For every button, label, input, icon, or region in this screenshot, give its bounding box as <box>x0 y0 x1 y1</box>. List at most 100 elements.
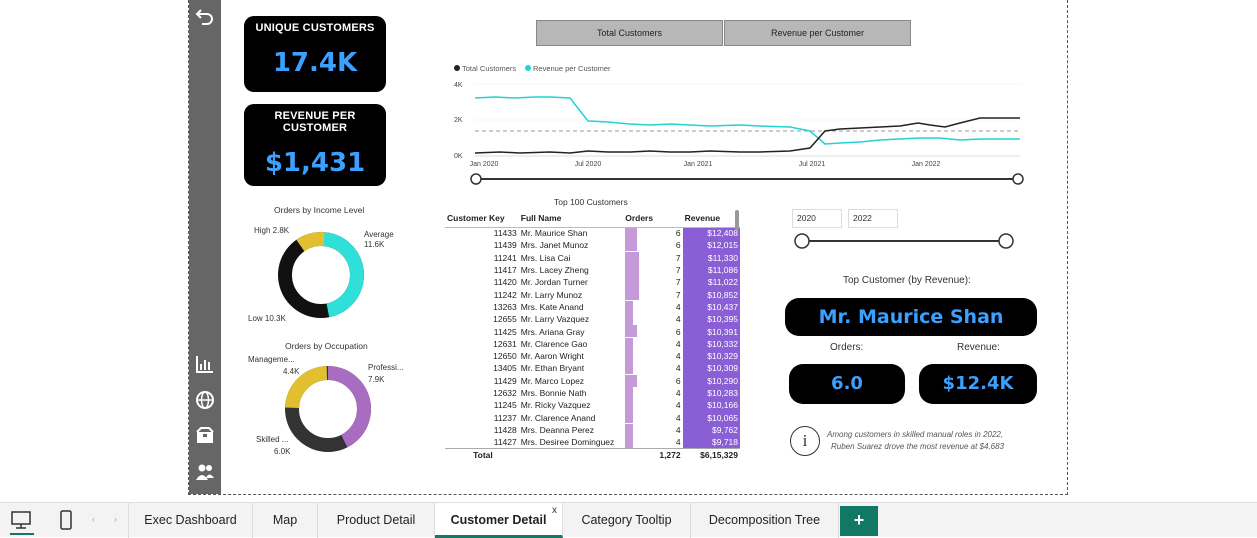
year-end-input[interactable]: 2022 <box>848 209 898 228</box>
header-full-name[interactable]: Full Name <box>518 209 624 228</box>
unique-customers-value: 17.4K <box>272 48 358 78</box>
table-row[interactable]: 13263 Mrs. Kate Anand 4 $10,437 <box>445 300 740 314</box>
table-row[interactable]: 13405 Mr. Ethan Bryant 4 $10,309 <box>445 362 740 375</box>
table-row[interactable]: 11242 Mr. Larry Munoz 7 $10,852 <box>445 288 740 301</box>
people-icon[interactable] <box>195 462 215 482</box>
orders-value: 4 <box>675 314 681 325</box>
cell-revenue: $10,852 <box>682 288 740 301</box>
orders-data-bar <box>625 313 634 326</box>
total-customers-button[interactable]: Total Customers <box>536 20 723 46</box>
cell-customer-key: 13263 <box>493 301 517 312</box>
total-orders: 1,272 <box>623 447 683 461</box>
table-row[interactable]: 11417 Mrs. Lacey Zheng 7 $11,086 <box>445 263 740 277</box>
orders-value: 4 <box>675 424 681 435</box>
cell-customer-key: 11241 <box>493 252 517 263</box>
revenue-label: Revenue: <box>957 342 1000 353</box>
tab-map[interactable]: Map <box>253 503 318 538</box>
date-slider-start-handle[interactable] <box>470 173 482 185</box>
table-row[interactable]: 12632 Mrs. Bonnie Nath 4 $10,283 <box>445 386 740 400</box>
orders-data-bar <box>625 423 634 436</box>
table-row[interactable]: 11245 Mr. Ricky Vazquez 4 $10,166 <box>445 399 740 412</box>
desktop-view-icon[interactable] <box>10 509 32 531</box>
date-slider-end-handle[interactable] <box>1012 173 1024 185</box>
prev-tab-icon[interactable]: ‹ <box>92 514 95 524</box>
box-icon[interactable] <box>195 426 215 446</box>
table-scrollbar[interactable] <box>735 210 739 230</box>
tab-exec-dashboard[interactable]: Exec Dashboard <box>128 503 253 538</box>
orders-data-bar <box>625 399 634 412</box>
table-row[interactable]: 11420 Mr. Jordan Turner 7 $11,022 <box>445 276 740 289</box>
total-revenue: $6,15,329 <box>682 447 740 461</box>
top-customers-table: Customer Key Full Name Orders Revenue 11… <box>445 209 740 461</box>
orders-value: 6 <box>675 326 681 337</box>
occupation-skilled-label: Skilled ... <box>256 435 289 444</box>
orders-value: 4 <box>675 400 681 411</box>
cell-orders: 7 <box>623 263 682 276</box>
tab-customer-detail[interactable]: Customer Detail <box>435 503 563 538</box>
orders-value: 7 <box>675 289 681 300</box>
cell-customer-key: 11420 <box>493 277 517 288</box>
tab-product-detail[interactable]: Product Detail <box>318 503 435 538</box>
table-row[interactable]: 11237 Mr. Clarence Anand 4 $10,065 <box>445 411 740 424</box>
add-page-button[interactable]: + <box>840 506 878 536</box>
orders-data-bar <box>625 300 634 313</box>
year-slider[interactable] <box>790 230 1020 252</box>
cell-revenue: $10,395 <box>682 313 740 326</box>
cell-orders: 6 <box>623 227 682 240</box>
table-row[interactable]: 12655 Mr. Larry Vazquez 4 $10,395 <box>445 313 740 326</box>
total-label: Total <box>445 447 519 461</box>
header-customer-key[interactable]: Customer Key <box>445 209 519 228</box>
unique-customers-title: UNIQUE CUSTOMERS <box>255 22 375 34</box>
table-row[interactable]: 11428 Mrs. Deanna Perez 4 $9,762 <box>445 423 740 437</box>
cell-customer-key: 11433 <box>493 228 517 239</box>
cell-revenue: $11,022 <box>682 276 740 289</box>
orders-label: Orders: <box>830 342 864 353</box>
cell-orders: 4 <box>623 349 682 362</box>
header-orders[interactable]: Orders <box>623 209 683 228</box>
orders-data-bar <box>625 227 638 240</box>
close-tab-icon[interactable]: x <box>552 505 557 516</box>
next-tab-icon[interactable]: › <box>114 514 117 524</box>
income-donut <box>278 232 364 318</box>
table-row[interactable]: 11439 Mrs. Janet Munoz 6 $12,015 <box>445 239 740 252</box>
revenue-per-customer-button[interactable]: Revenue per Customer <box>724 20 911 46</box>
bar-chart-icon[interactable] <box>195 354 215 374</box>
cell-full-name: Mr. Maurice Shan <box>520 228 588 239</box>
orders-value: 4 <box>675 338 681 349</box>
table-row[interactable]: 12650 Mr. Aaron Wright 4 $10,329 <box>445 349 740 363</box>
table-row[interactable]: 12631 Mr. Clarence Gao 4 $10,332 <box>445 337 740 350</box>
cell-orders: 4 <box>623 300 682 313</box>
orders-value: 6 <box>675 375 681 386</box>
table-row[interactable]: 11433 Mr. Maurice Shan 6 $12,408 <box>445 227 740 240</box>
legend-revenue-label: Revenue per Customer <box>533 64 611 73</box>
x-tick-jan-2021: Jan 2021 <box>684 161 713 168</box>
mobile-view-icon[interactable] <box>57 509 75 531</box>
year-slider-start-handle[interactable] <box>794 233 810 249</box>
table-row[interactable]: 11427 Mrs. Desiree Dominguez 4 $9,718 <box>445 436 740 449</box>
year-start-input[interactable]: 2020 <box>792 209 842 228</box>
header-revenue[interactable]: Revenue <box>682 209 740 228</box>
y-tick-0k: 0K <box>454 153 463 160</box>
unique-customers-card: UNIQUE CUSTOMERS 17.4K <box>244 16 386 92</box>
cell-full-name: Mrs. Ariana Gray <box>520 326 585 337</box>
table-row[interactable]: 11425 Mrs. Ariana Gray 6 $10,391 <box>445 325 740 338</box>
table-row[interactable]: 11241 Mrs. Lisa Cai 7 $11,330 <box>445 251 740 264</box>
cell-revenue: $12,015 <box>682 239 740 252</box>
cell-revenue: $10,309 <box>682 362 740 375</box>
cell-full-name: Mr. Aaron Wright <box>520 351 584 362</box>
cell-revenue: $9,718 <box>682 436 740 449</box>
table-row[interactable]: 11429 Mr. Marco Lopez 6 $10,290 <box>445 374 740 387</box>
orders-data-bar <box>625 263 640 276</box>
cell-revenue: $12,408 <box>682 227 740 240</box>
cell-customer-key: 11242 <box>493 289 517 300</box>
orders-value: 4 <box>675 412 681 423</box>
globe-icon[interactable] <box>195 390 215 410</box>
back-arrow-icon[interactable] <box>195 6 215 26</box>
tab-decomposition-tree[interactable]: Decomposition Tree <box>691 503 839 538</box>
cell-full-name: Mr. Larry Vazquez <box>520 314 590 325</box>
cell-customer-key: 11427 <box>493 436 517 447</box>
cell-full-name: Mrs. Bonnie Nath <box>520 388 587 398</box>
cell-customer-key: 12631 <box>493 338 517 349</box>
year-slider-end-handle[interactable] <box>998 233 1014 249</box>
tab-category-tooltip[interactable]: Category Tooltip <box>563 503 691 538</box>
